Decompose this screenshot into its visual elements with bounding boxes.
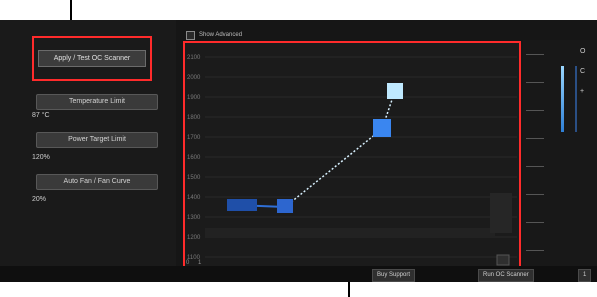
voltage-frequency-graph[interactable]: 2100 2000 1900 1800 1700 1600 1500 1400 … — [183, 41, 521, 274]
y-label: 1700 — [187, 135, 201, 141]
right-scale — [524, 42, 548, 262]
scale-tick — [526, 194, 544, 195]
curve-point-blob — [227, 199, 257, 211]
scale-tick — [526, 138, 544, 139]
checkbox-label: Show Advanced — [199, 32, 243, 38]
curve-point[interactable] — [277, 199, 293, 213]
curve-point[interactable] — [373, 119, 391, 137]
power-target-button[interactable]: Power Target Limit — [36, 132, 158, 148]
screenshot-frame: Apply / Test OC Scanner Temperature Limi… — [0, 0, 597, 297]
temperature-limit-button[interactable]: Temperature Limit — [36, 94, 158, 110]
fan-curve-button[interactable]: Auto Fan / Fan Curve — [36, 174, 158, 190]
y-label: 1900 — [187, 95, 201, 101]
status-chip-3[interactable]: 1 — [578, 269, 592, 282]
y-label: 1300 — [187, 215, 201, 221]
graph-side-block — [490, 193, 512, 233]
fan-curve-value: 20% — [32, 196, 47, 203]
right-label-3: + — [580, 88, 585, 95]
y-label: 1200 — [187, 235, 201, 241]
oc-scanner-button[interactable]: Apply / Test OC Scanner — [38, 50, 146, 67]
left-panel: Apply / Test OC Scanner Temperature Limi… — [0, 20, 176, 266]
y-label: 1400 — [187, 195, 201, 201]
temperature-limit-value: 87 °C — [32, 112, 50, 119]
right-label-2: C — [580, 68, 586, 75]
right-label-1: O — [580, 48, 586, 55]
checkbox-box[interactable] — [186, 30, 195, 40]
scale-tick — [526, 54, 544, 55]
graph-band — [205, 228, 495, 236]
scale-tick — [526, 82, 544, 83]
scale-tick — [526, 110, 544, 111]
power-target-value: 120% — [32, 154, 50, 161]
status-chip-1[interactable]: Buy Support — [372, 269, 416, 282]
status-bar: Buy Support Run OC Scanner 1 — [0, 266, 597, 282]
right-slider[interactable] — [561, 66, 564, 132]
resize-handle-icon[interactable] — [496, 254, 510, 266]
scale-tick — [526, 250, 544, 251]
right-slider-secondary[interactable] — [575, 66, 577, 132]
y-label: 2100 — [187, 55, 201, 61]
y-label: 1600 — [187, 155, 201, 161]
graph-canvas: 2100 2000 1900 1800 1700 1600 1500 1400 … — [185, 43, 519, 272]
scale-tick — [526, 222, 544, 223]
app-window: Apply / Test OC Scanner Temperature Limi… — [0, 20, 597, 282]
scale-tick — [526, 166, 544, 167]
curve-point-selected[interactable] — [387, 83, 403, 99]
show-advanced-checkbox[interactable]: Show Advanced — [186, 30, 242, 40]
y-label: 2000 — [187, 75, 201, 81]
y-label: 1800 — [187, 115, 201, 121]
y-label: 1500 — [187, 175, 201, 181]
callout-line-top — [70, 0, 72, 22]
status-chip-2[interactable]: Run OC Scanner — [478, 269, 534, 282]
